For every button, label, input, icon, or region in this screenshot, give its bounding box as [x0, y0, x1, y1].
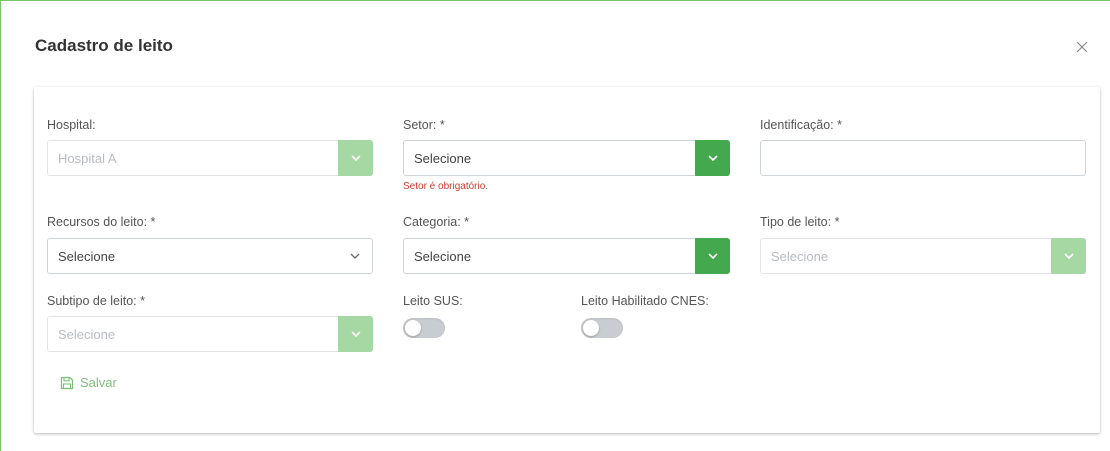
chevron-down-icon	[350, 331, 361, 338]
chevron-down-icon	[350, 155, 361, 162]
hospital-label: Hospital:	[47, 118, 96, 132]
recursos-select[interactable]: Selecione	[47, 238, 373, 274]
recursos-label: Recursos do leito: *	[47, 215, 156, 229]
save-button[interactable]: Salvar	[60, 375, 117, 390]
setor-label: Setor: *	[403, 118, 445, 132]
hospital-dropdown-button[interactable]	[338, 140, 373, 176]
chevron-down-icon	[1063, 253, 1074, 260]
chevron-down-icon	[707, 155, 718, 162]
toggle-knob	[583, 320, 599, 336]
save-label: Salvar	[80, 375, 117, 390]
setor-select[interactable]: Selecione	[403, 140, 730, 176]
subtipo-select[interactable]: Selecione	[47, 316, 373, 352]
hospital-value: Hospital A	[58, 150, 117, 166]
categoria-select[interactable]: Selecione	[403, 238, 730, 274]
categoria-value: Selecione	[414, 248, 472, 264]
setor-error: Setor é obrigatório.	[403, 181, 489, 192]
recursos-value: Selecione	[58, 248, 116, 264]
leito-sus-toggle[interactable]	[403, 318, 445, 338]
close-button[interactable]	[1070, 35, 1094, 59]
chevron-down-icon	[707, 253, 718, 260]
setor-value: Selecione	[414, 150, 472, 166]
leito-cnes-label: Leito Habilitado CNES:	[581, 294, 709, 308]
subtipo-value: Selecione	[58, 326, 116, 342]
categoria-dropdown-button[interactable]	[695, 238, 730, 274]
tipo-label: Tipo de leito: *	[760, 215, 840, 229]
identificacao-label: Identificação: *	[760, 118, 842, 132]
toggle-knob	[405, 320, 421, 336]
chevron-down-icon	[350, 253, 360, 259]
close-icon	[1076, 41, 1088, 53]
tipo-dropdown-button[interactable]	[1051, 238, 1086, 274]
tipo-value: Selecione	[771, 248, 829, 264]
setor-dropdown-button[interactable]	[695, 140, 730, 176]
leito-sus-label: Leito SUS:	[403, 294, 463, 308]
subtipo-dropdown-button[interactable]	[338, 316, 373, 352]
subtipo-label: Subtipo de leito: *	[47, 294, 145, 308]
tipo-select[interactable]: Selecione	[760, 238, 1086, 274]
identificacao-input[interactable]	[760, 140, 1086, 176]
categoria-label: Categoria: *	[403, 215, 470, 229]
modal-title: Cadastro de leito	[35, 36, 173, 55]
hospital-select[interactable]: Hospital A	[47, 140, 373, 176]
leito-cnes-toggle[interactable]	[581, 318, 623, 338]
floppy-disk-icon	[60, 376, 74, 389]
